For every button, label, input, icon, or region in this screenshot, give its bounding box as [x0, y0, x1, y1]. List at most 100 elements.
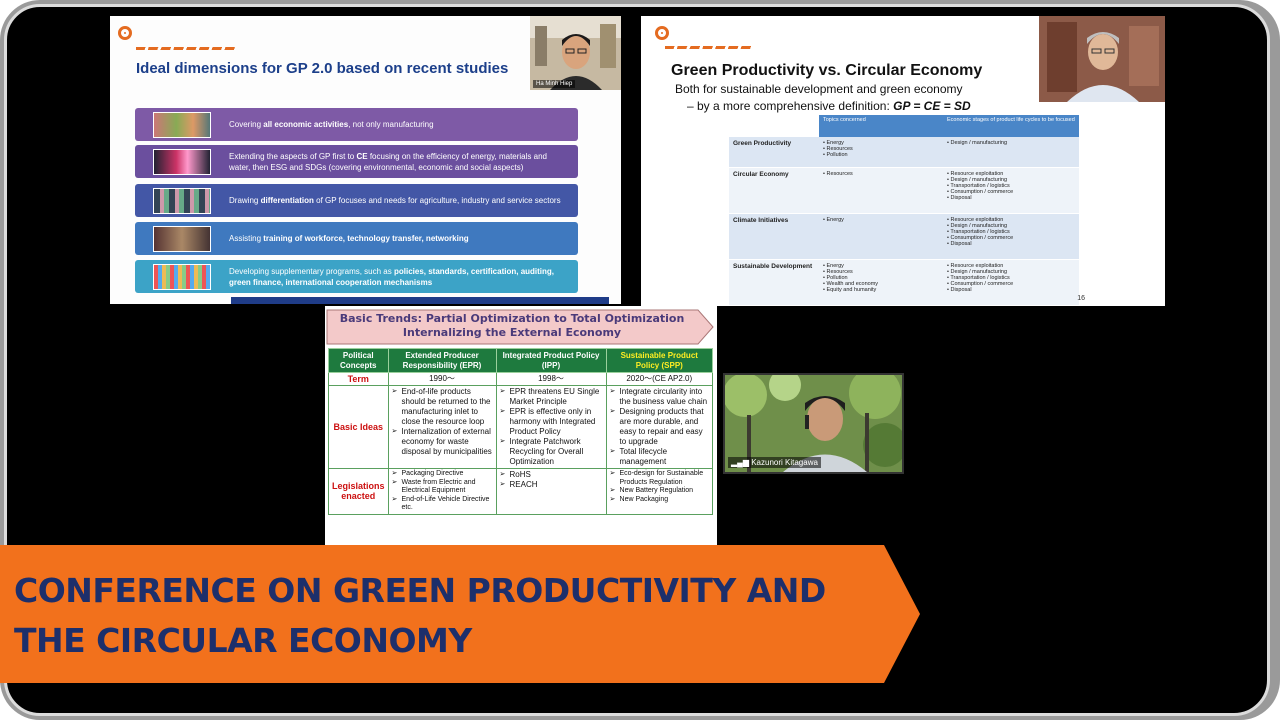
legislation-list: RoHSREACH — [500, 470, 603, 490]
list-item: Design / manufacturing — [947, 140, 1075, 146]
slide-subtitle: Both for sustainable development and gre… — [675, 82, 963, 96]
list-item: RoHS — [500, 470, 603, 480]
dimension-text: Covering all economic activities, not on… — [229, 120, 434, 129]
header-empty — [729, 115, 819, 137]
list-item: REACH — [500, 480, 603, 490]
slide-title: Ideal dimensions for GP 2.0 based on rec… — [136, 60, 509, 77]
ideas-spp: Integrate circularity into the business … — [605, 385, 714, 469]
term-ipp: 1998～ — [495, 372, 607, 386]
header-political-concepts: Political Concepts — [328, 348, 389, 373]
legislation-ipp: RoHSREACH — [495, 468, 607, 515]
comparison-table: Topics concerned Economic stages of prod… — [729, 115, 1079, 306]
dimension-thumbnail-image — [153, 148, 211, 175]
list-item: New Packaging — [610, 496, 709, 505]
topics-cell: EnergyResourcesPollutionWealth and econo… — [819, 259, 943, 306]
dimension-item: Extending the aspects of GP first to CE … — [135, 145, 578, 178]
dimension-thumbnail-image — [153, 111, 211, 138]
topics-cell: Resources — [819, 167, 943, 214]
header-spp: Sustainable Product Policy (SPP) — [605, 348, 714, 373]
definition-formula: GP = CE = SD — [893, 99, 971, 113]
ideas-epr: End-of-life products should be returned … — [387, 385, 497, 469]
dimension-text: Assisting training of workforce, technol… — [229, 234, 469, 243]
list-item: Integrate Patchwork Recycling for Overal… — [500, 437, 603, 467]
dimension-thumbnail-image — [153, 225, 211, 252]
policy-trends-table: Political Concepts Extended Producer Res… — [328, 348, 714, 515]
dimension-text: Extending the aspects of GP first to CE … — [229, 151, 547, 172]
list-item: Disposal — [947, 287, 1075, 293]
list-item: EPR is effective only in harmony with In… — [500, 407, 603, 437]
conference-title-line-1: CONFERENCE ON GREEN PRODUCTIVITY AND — [14, 571, 826, 610]
stages-cell: Resource exploitationDesign / manufactur… — [943, 259, 1079, 306]
shared-slide-basic-trends[interactable]: Basic Trends: Partial Optimization to To… — [325, 306, 717, 546]
row-label-basic-ideas: Basic Ideas — [328, 385, 389, 469]
slide-title: Basic Trends: Partial Optimization to To… — [337, 312, 687, 340]
slide-title-line-1: Basic Trends: Partial Optimization to To… — [339, 312, 685, 325]
shared-slide-gp-vs-ce[interactable]: Green Productivity vs. Circular Economy … — [641, 16, 1165, 306]
term-spp: 2020～(CE AP2.0) — [605, 372, 714, 386]
row-name: Green Productivity — [729, 137, 819, 168]
video-tile-kazunori-kitagawa[interactable]: ▂▄▆ Kazunori Kitagawa — [723, 373, 904, 474]
signal-strength-icon: ▂▄▆ — [731, 458, 749, 467]
header-ipp: Integrated Product Policy (IPP) — [495, 348, 607, 373]
list-item: Resources — [823, 171, 939, 177]
participant-name-tag: ▂▄▆ Kazunori Kitagawa — [728, 457, 821, 468]
list-item: New Battery Regulation — [610, 487, 709, 496]
comparison-row: Sustainable DevelopmentEnergyResourcesPo… — [729, 259, 1079, 306]
topics-cell: Energy — [819, 213, 943, 260]
list-item: Integrate circularity into the business … — [610, 387, 709, 407]
list-item: Equity and humanity — [823, 287, 939, 293]
list-item: EPR threatens EU Single Market Principle — [500, 387, 603, 407]
dimension-text: Drawing differentiation of GP focuses an… — [229, 196, 561, 205]
speaker-video-image — [1039, 16, 1165, 102]
topics-cell: EnergyResourcesPollution — [819, 137, 943, 168]
dimension-item: Covering all economic activities, not on… — [135, 108, 578, 141]
dimension-item: Developing supplementary programs, such … — [135, 260, 578, 293]
page-number: 16 — [1077, 295, 1085, 302]
ideas-list: EPR threatens EU Single Market Principle… — [500, 387, 603, 467]
row-label-legislations: Legislations enacted — [328, 468, 389, 515]
list-item: Packaging Directive — [392, 470, 493, 479]
participant-name: Kazunori Kitagawa — [751, 458, 818, 467]
legislation-spp: Eco-design for Sustainable Products Regu… — [605, 468, 714, 515]
ideas-list: End-of-life products should be returned … — [392, 387, 493, 457]
legislation-list: Eco-design for Sustainable Products Regu… — [610, 470, 709, 504]
slide-definition: – by a more comprehensive definition: GP… — [687, 99, 971, 113]
list-item: Total lifecycle management — [610, 447, 709, 467]
legislation-list: Packaging DirectiveWaste from Electric a… — [392, 470, 493, 513]
speaker-video-image — [530, 16, 621, 90]
slide-title-line-2: Internalizing the External Economy — [402, 326, 622, 339]
slide-footer-bar — [231, 297, 609, 304]
legislation-epr: Packaging DirectiveWaste from Electric a… — [387, 468, 497, 515]
header-topics: Topics concerned — [819, 115, 943, 137]
list-item: Energy — [823, 217, 939, 223]
row-name: Circular Economy — [729, 167, 819, 214]
row-label-term: Term — [328, 372, 389, 386]
list-item: End-of-Life Vehicle Directive etc. — [392, 496, 493, 513]
comparison-row: Green ProductivityEnergyResourcesPolluti… — [729, 137, 1079, 168]
stages-cell: Resource exploitationDesign / manufactur… — [943, 213, 1079, 260]
dimension-item: Assisting training of workforce, technol… — [135, 222, 578, 255]
shared-slide-ideal-dimensions[interactable]: Ideal dimensions for GP 2.0 based on rec… — [110, 16, 621, 304]
apo-logo-icon — [655, 26, 669, 40]
decorative-stripe — [136, 47, 236, 50]
ideas-list: Integrate circularity into the business … — [610, 387, 709, 467]
dimension-thumbnail-image — [153, 187, 211, 214]
comparison-row: Circular Economy Resources Resource exploi… — [729, 167, 1079, 214]
ideas-ipp: EPR threatens EU Single Market Principle… — [495, 385, 607, 469]
dimension-item: Drawing differentiation of GP focuses an… — [135, 184, 578, 217]
list-item: Internalization of external economy for … — [392, 427, 493, 457]
list-item: Eco-design for Sustainable Products Regu… — [610, 470, 709, 487]
stages-cell: Design / manufacturing — [943, 137, 1079, 168]
video-tile-speaker-2[interactable] — [1039, 16, 1165, 102]
term-epr: 1990～ — [387, 372, 497, 386]
slide-title: Green Productivity vs. Circular Economy — [671, 62, 983, 79]
participant-name: Ha Minh Hiep — [533, 80, 576, 88]
conference-title-line-2: THE CIRCULAR ECONOMY — [14, 621, 472, 660]
dimension-thumbnail-image — [153, 263, 211, 290]
list-item: Disposal — [947, 241, 1075, 247]
comparison-row: Climate Initiatives Energy Resource exploi… — [729, 213, 1079, 260]
list-item: Pollution — [823, 152, 939, 158]
conference-title: CONFERENCE ON GREEN PRODUCTIVITY AND THE… — [14, 566, 826, 666]
video-tile-ha-minh-hiep[interactable]: Ha Minh Hiep — [530, 16, 621, 90]
comparison-table-body: Green ProductivityEnergyResourcesPolluti… — [729, 137, 1079, 306]
